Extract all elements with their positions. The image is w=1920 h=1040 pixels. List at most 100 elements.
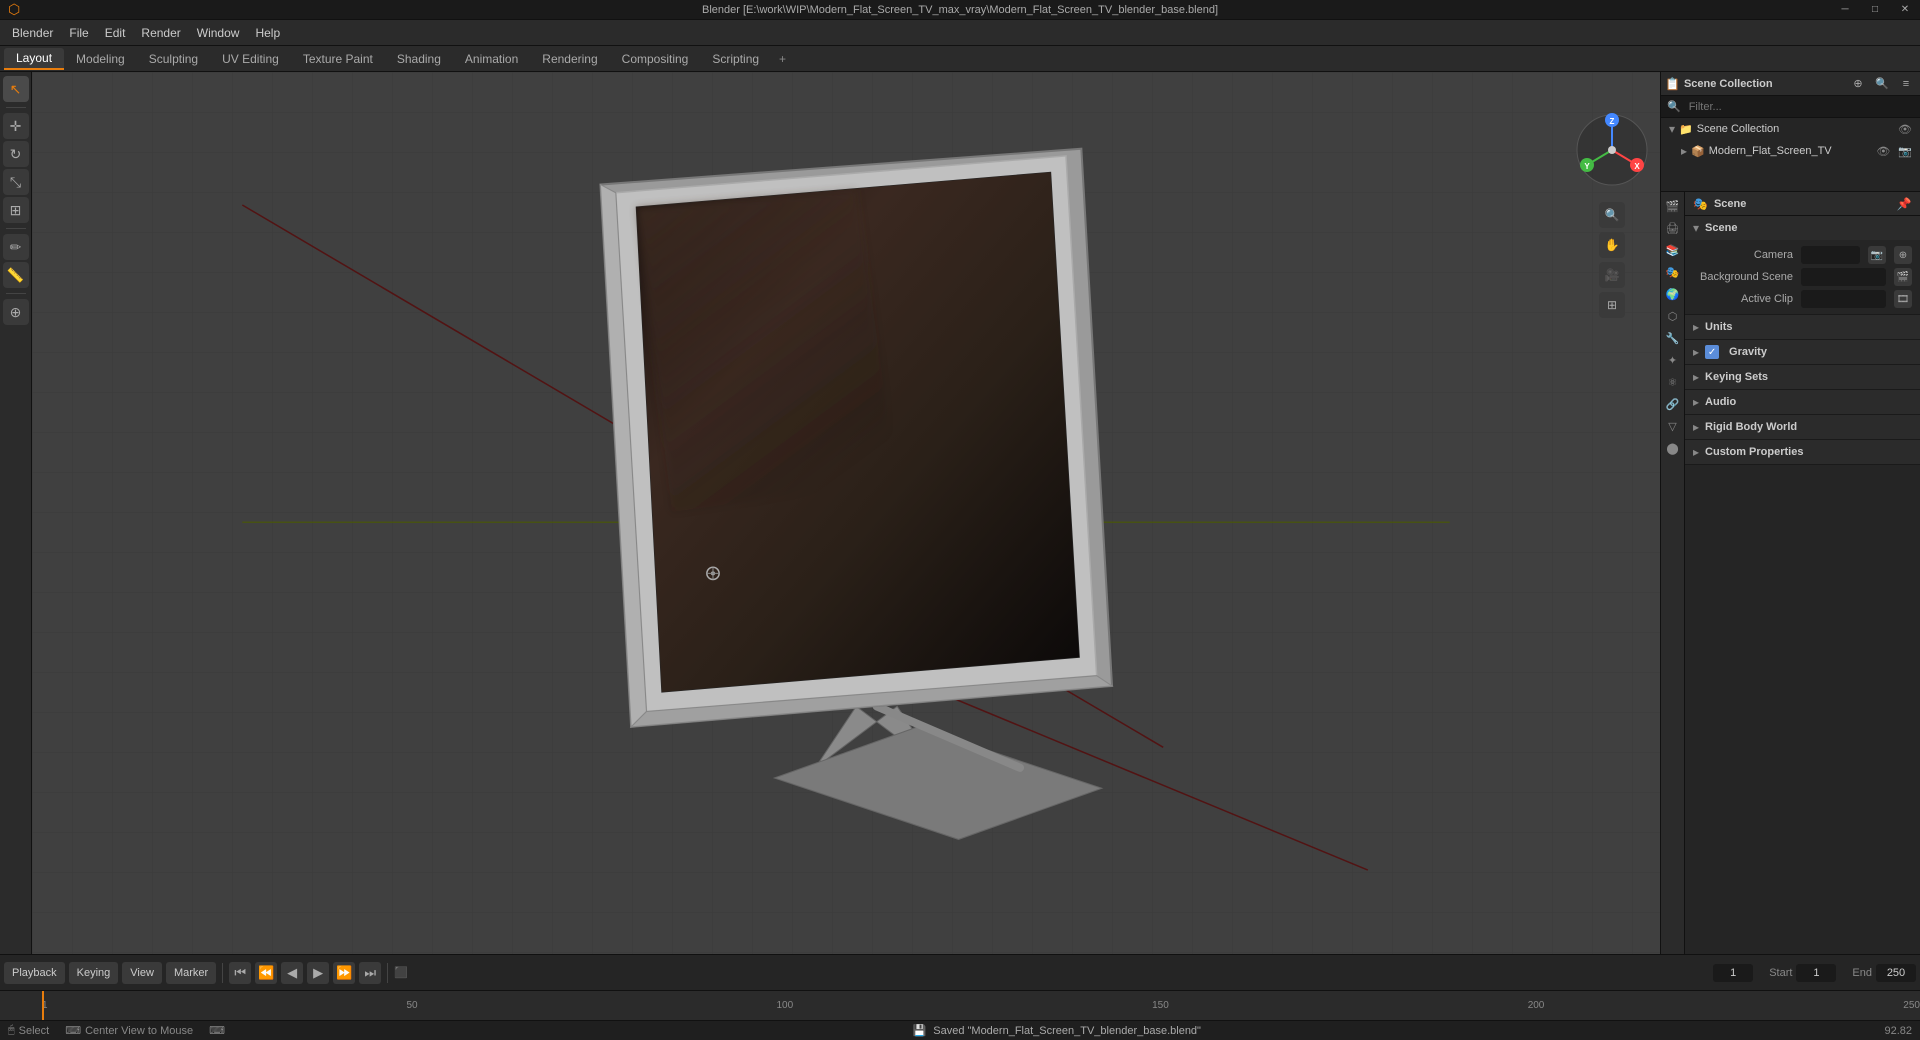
tool-measure[interactable]: 📏 bbox=[3, 262, 29, 288]
tab-modeling[interactable]: Modeling bbox=[64, 49, 137, 69]
outliner-collapse-btn[interactable]: ≡ bbox=[1896, 74, 1916, 94]
next-frame-btn[interactable]: ⏩ bbox=[333, 962, 355, 984]
current-frame-container: 1 bbox=[1713, 964, 1753, 982]
reverse-play-btn[interactable]: ◀ bbox=[281, 962, 303, 984]
prop-icon-constraints[interactable]: 🔗 bbox=[1663, 394, 1683, 414]
camera-view-btn[interactable]: 🎥 bbox=[1599, 262, 1625, 288]
gravity-checkbox[interactable] bbox=[1705, 345, 1719, 359]
tool-select[interactable]: ↖ bbox=[3, 76, 29, 102]
tab-rendering[interactable]: Rendering bbox=[530, 49, 609, 69]
tab-layout[interactable]: Layout bbox=[4, 48, 64, 70]
menu-blender[interactable]: Blender bbox=[4, 24, 61, 42]
tv-render-icon[interactable]: 📷 bbox=[1898, 145, 1912, 158]
menu-help[interactable]: Help bbox=[247, 24, 288, 42]
prop-panel-pin-btn[interactable]: 📌 bbox=[1896, 196, 1912, 212]
rigid-body-section-header[interactable]: ▸ Rigid Body World bbox=[1685, 415, 1920, 439]
menu-file[interactable]: File bbox=[61, 24, 96, 42]
prop-icon-particles[interactable]: ✦ bbox=[1663, 350, 1683, 370]
units-section-header[interactable]: ▸ Units bbox=[1685, 315, 1920, 339]
prop-icon-view-layer[interactable]: 📚 bbox=[1663, 240, 1683, 260]
camera-new-btn[interactable]: ⊕ bbox=[1894, 246, 1912, 264]
prop-icon-data[interactable]: ▽ bbox=[1663, 416, 1683, 436]
jump-start-btn[interactable]: ⏮ bbox=[229, 962, 251, 984]
camera-browse-btn[interactable]: 📷 bbox=[1868, 246, 1886, 264]
orientation-gizmo[interactable]: Z X Y bbox=[1572, 110, 1652, 190]
add-workspace-button[interactable]: + bbox=[771, 49, 794, 69]
playback-menu-btn[interactable]: Playback bbox=[4, 962, 65, 984]
tool-transform[interactable]: ⊞ bbox=[3, 197, 29, 223]
tab-scripting[interactable]: Scripting bbox=[700, 49, 771, 69]
frame-bar[interactable]: 1 50 100 150 200 250 bbox=[0, 990, 1920, 1020]
prop-icon-scene[interactable]: 🎭 bbox=[1663, 262, 1683, 282]
tool-separator-3 bbox=[6, 293, 26, 294]
start-frame-input[interactable]: 1 bbox=[1796, 964, 1836, 982]
end-frame-input[interactable]: 250 bbox=[1876, 964, 1916, 982]
active-clip-btn[interactable]: 🎞 bbox=[1894, 290, 1912, 308]
keying-sets-section-header[interactable]: ▸ Keying Sets bbox=[1685, 365, 1920, 389]
outliner-toolbar: 📋 Scene Collection ⊕ 🔍 ≡ bbox=[1661, 72, 1920, 96]
timeline-view-btn[interactable]: View bbox=[122, 962, 162, 984]
gravity-section-header[interactable]: ▸ Gravity bbox=[1685, 340, 1920, 364]
active-clip-value[interactable] bbox=[1801, 290, 1886, 308]
pan-btn[interactable]: ✋ bbox=[1599, 232, 1625, 258]
keying-menu-btn[interactable]: Keying bbox=[69, 962, 119, 984]
tool-add[interactable]: ⊕ bbox=[3, 299, 29, 325]
menu-edit[interactable]: Edit bbox=[97, 24, 134, 42]
tool-scale[interactable]: ⤡ bbox=[3, 169, 29, 195]
outliner-search-btn[interactable]: 🔍 bbox=[1872, 74, 1892, 94]
camera-value[interactable] bbox=[1801, 246, 1860, 264]
camera-label: Camera bbox=[1693, 249, 1793, 261]
tab-texture-paint[interactable]: Texture Paint bbox=[291, 49, 385, 69]
prop-icon-render[interactable]: 🎬 bbox=[1663, 196, 1683, 216]
custom-section-title: Custom Properties bbox=[1705, 446, 1803, 458]
menu-render[interactable]: Render bbox=[133, 24, 188, 42]
tool-annotate[interactable]: ✏ bbox=[3, 234, 29, 260]
jump-end-btn[interactable]: ⏭ bbox=[359, 962, 381, 984]
audio-section-header[interactable]: ▸ Audio bbox=[1685, 390, 1920, 414]
tool-move[interactable]: ✛ bbox=[3, 113, 29, 139]
prop-icon-material[interactable]: ⬤ bbox=[1663, 438, 1683, 458]
visibility-icon[interactable]: 👁 bbox=[1898, 123, 1912, 136]
prop-icon-physics[interactable]: ⚛ bbox=[1663, 372, 1683, 392]
tool-rotate[interactable]: ↻ bbox=[3, 141, 29, 167]
orthographic-btn[interactable]: ⊞ bbox=[1599, 292, 1625, 318]
timeline-sep-2 bbox=[387, 963, 388, 983]
prop-icon-output[interactable]: 🖨 bbox=[1663, 218, 1683, 238]
outliner-item-tv[interactable]: ▸ 📦 Modern_Flat_Screen_TV 👁 📷 bbox=[1661, 140, 1920, 162]
maximize-button[interactable]: □ bbox=[1860, 0, 1890, 20]
scene-collection-icon: 📁 bbox=[1679, 123, 1693, 136]
tab-uv-editing[interactable]: UV Editing bbox=[210, 49, 291, 69]
background-scene-value[interactable] bbox=[1801, 268, 1886, 286]
status-message: 💾 Saved "Modern_Flat_Screen_TV_blender_b… bbox=[912, 1024, 1200, 1037]
scene-section-arrow: ▾ bbox=[1693, 221, 1699, 235]
prop-icon-modifier[interactable]: 🔧 bbox=[1663, 328, 1683, 348]
tab-compositing[interactable]: Compositing bbox=[610, 49, 701, 69]
frame-indicator-icon: ⬛ bbox=[394, 966, 408, 979]
current-frame-input[interactable]: 1 bbox=[1713, 964, 1753, 982]
zoom-in-btn[interactable]: 🔍 bbox=[1599, 202, 1625, 228]
prop-icon-object[interactable]: ⬡ bbox=[1663, 306, 1683, 326]
prev-frame-btn[interactable]: ⏪ bbox=[255, 962, 277, 984]
background-scene-btn[interactable]: 🎬 bbox=[1894, 268, 1912, 286]
marker-btn[interactable]: Marker bbox=[166, 962, 216, 984]
custom-section-header[interactable]: ▸ Custom Properties bbox=[1685, 440, 1920, 464]
tab-sculpting[interactable]: Sculpting bbox=[137, 49, 210, 69]
outliner-search-input[interactable] bbox=[1685, 99, 1914, 115]
close-button[interactable]: ✕ bbox=[1890, 0, 1920, 20]
prop-section-gravity: ▸ Gravity bbox=[1685, 340, 1920, 365]
active-clip-row: Active Clip 🎞 bbox=[1693, 288, 1912, 310]
minimize-button[interactable]: ─ bbox=[1830, 0, 1860, 20]
viewport-canvas[interactable] bbox=[32, 72, 1660, 954]
tab-shading[interactable]: Shading bbox=[385, 49, 453, 69]
tv-visibility-icon[interactable]: 👁 bbox=[1876, 145, 1890, 158]
tab-animation[interactable]: Animation bbox=[453, 49, 530, 69]
outliner-item-scene-collection[interactable]: ▾ 📁 Scene Collection 👁 bbox=[1661, 118, 1920, 140]
prop-icon-world[interactable]: 🌍 bbox=[1663, 284, 1683, 304]
scene-section-header[interactable]: ▾ Scene bbox=[1685, 216, 1920, 240]
menu-window[interactable]: Window bbox=[189, 24, 248, 42]
chevron-right-icon-tv: ▸ bbox=[1681, 144, 1687, 158]
viewport[interactable]: Object Mode ▾ View Select Add Object Glo… bbox=[32, 72, 1660, 954]
tv-icon: 📦 bbox=[1691, 145, 1705, 158]
outliner-filter-btn[interactable]: ⊕ bbox=[1848, 74, 1868, 94]
play-btn[interactable]: ▶ bbox=[307, 962, 329, 984]
